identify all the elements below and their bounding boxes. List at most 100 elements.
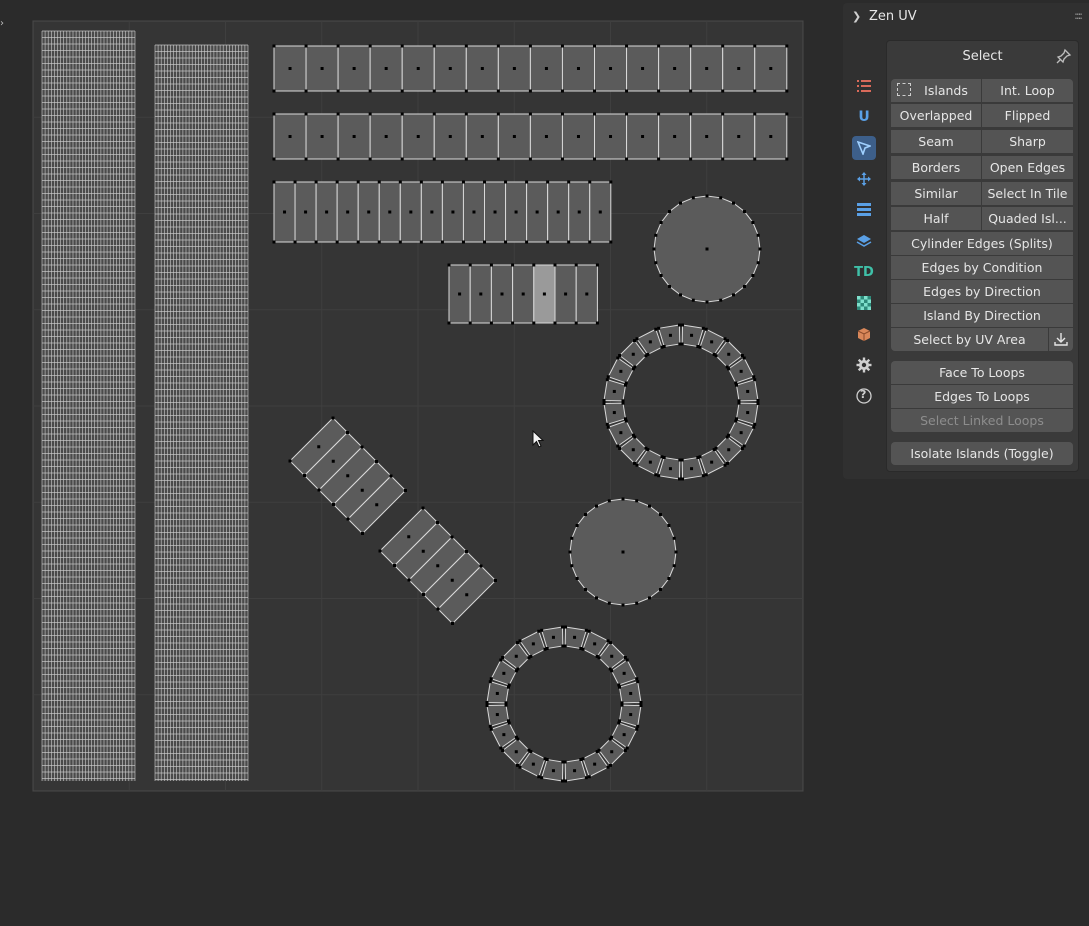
face-center bbox=[352, 67, 356, 70]
gear-icon[interactable] bbox=[852, 353, 876, 377]
uv-vertex bbox=[636, 680, 640, 684]
face-center bbox=[609, 135, 613, 138]
face-center bbox=[320, 67, 324, 70]
island-by-direction-button[interactable]: Island By Direction bbox=[891, 304, 1073, 327]
help-icon[interactable]: ? bbox=[852, 384, 876, 408]
uv-vertex bbox=[567, 180, 571, 184]
seam-button[interactable]: Seam bbox=[891, 130, 981, 153]
face-center bbox=[535, 210, 539, 214]
face-center bbox=[448, 135, 452, 138]
uv-vertex bbox=[336, 44, 340, 48]
u-icon[interactable]: U bbox=[852, 105, 876, 129]
panel-header[interactable]: ❯ Zen UV :::: bbox=[843, 3, 1089, 31]
sharp-button[interactable]: Sharp bbox=[982, 130, 1073, 153]
uv-vertex bbox=[756, 261, 760, 265]
uv-vertex bbox=[680, 342, 684, 346]
face-center bbox=[502, 671, 506, 675]
islands-button[interactable]: Islands bbox=[891, 79, 981, 102]
download-icon[interactable] bbox=[1049, 328, 1073, 351]
edges-by-condition-button[interactable]: Edges by Condition bbox=[891, 256, 1073, 279]
stack-icon[interactable] bbox=[852, 198, 876, 222]
uv-vertex bbox=[654, 233, 658, 237]
cursor-arrow-icon[interactable] bbox=[852, 136, 876, 160]
chevron-down-icon[interactable]: ❯ bbox=[852, 10, 861, 23]
expand-arrow-icon[interactable]: › bbox=[0, 18, 4, 29]
uv-vertex bbox=[723, 463, 727, 467]
uv-vertex bbox=[652, 247, 656, 251]
face-center bbox=[648, 460, 652, 464]
face-center bbox=[514, 750, 518, 754]
uv-vertex bbox=[377, 180, 381, 184]
uv-vertex bbox=[574, 263, 578, 267]
uv-vertex bbox=[672, 536, 676, 540]
isolate-islands-button[interactable]: Isolate Islands (Toggle) bbox=[891, 442, 1073, 465]
checker-icon[interactable] bbox=[852, 291, 876, 315]
uv-vertex bbox=[635, 677, 639, 681]
uv-vertex bbox=[527, 748, 531, 752]
edges-to-loops-button[interactable]: Edges To Loops bbox=[891, 385, 1073, 408]
uv-vertex bbox=[419, 180, 423, 184]
uv-editor-canvas[interactable] bbox=[0, 0, 840, 926]
face-center bbox=[551, 769, 555, 773]
edges-by-direction-button[interactable]: Edges by Direction bbox=[891, 280, 1073, 303]
face-center bbox=[407, 535, 411, 539]
uv-vertex bbox=[404, 489, 407, 492]
box-icon[interactable] bbox=[852, 322, 876, 346]
uv-vertex bbox=[314, 240, 318, 244]
uv-vertex bbox=[625, 89, 629, 93]
list-icon[interactable] bbox=[852, 74, 876, 98]
uv-vertex bbox=[272, 157, 276, 161]
open-edges-button[interactable]: Open Edges bbox=[982, 156, 1073, 179]
int-loop-button[interactable]: Int. Loop bbox=[982, 79, 1073, 102]
uv-vertex bbox=[331, 416, 335, 420]
face-center bbox=[739, 431, 743, 435]
uv-vertex bbox=[667, 524, 671, 527]
face-center bbox=[352, 135, 356, 138]
uv-vertex bbox=[602, 398, 606, 402]
quaded-islands-button[interactable]: Quaded Isl... bbox=[982, 207, 1073, 230]
drag-grip-icon[interactable]: :::: bbox=[1074, 9, 1083, 22]
uv-vertex bbox=[537, 775, 541, 779]
uv-vertex bbox=[587, 629, 591, 633]
uv-vertex bbox=[436, 607, 440, 611]
uv-vertex bbox=[593, 112, 596, 116]
uv-vertex bbox=[631, 433, 635, 437]
uv-vertex bbox=[346, 517, 350, 521]
uv-vertex bbox=[304, 89, 308, 93]
face-center bbox=[631, 448, 635, 452]
uv-vertex bbox=[635, 499, 639, 503]
face-center bbox=[673, 135, 677, 138]
layers-icon[interactable] bbox=[852, 229, 876, 253]
flipped-button[interactable]: Flipped bbox=[982, 104, 1073, 127]
face-center bbox=[384, 135, 388, 138]
face-to-loops-button[interactable]: Face To Loops bbox=[891, 361, 1073, 384]
uv-vertex bbox=[546, 180, 550, 184]
uv-vertex bbox=[368, 89, 372, 93]
face-center bbox=[576, 135, 580, 138]
pin-icon[interactable] bbox=[1056, 48, 1072, 68]
select-by-uv-area-button[interactable]: Select by UV Area bbox=[891, 328, 1048, 351]
face-center bbox=[648, 340, 652, 344]
uv-vertex bbox=[494, 579, 497, 582]
borders-button[interactable]: Borders bbox=[891, 156, 981, 179]
face-center bbox=[629, 713, 633, 717]
uv-vertex bbox=[432, 157, 436, 161]
uv-vertex bbox=[593, 44, 596, 48]
face-center bbox=[531, 762, 535, 766]
overlapped-button[interactable]: Overlapped bbox=[891, 104, 981, 127]
uv-vertex bbox=[677, 477, 681, 481]
select-linked-loops-button[interactable]: Select Linked Loops bbox=[891, 409, 1073, 432]
select-in-tile-button[interactable]: Select In Tile bbox=[982, 182, 1073, 205]
uv-vertex bbox=[356, 240, 360, 244]
face-center bbox=[514, 654, 518, 658]
similar-button[interactable]: Similar bbox=[891, 182, 981, 205]
uv-vertex bbox=[567, 240, 571, 244]
half-button[interactable]: Half bbox=[891, 207, 981, 230]
td-icon[interactable]: TD bbox=[852, 260, 876, 284]
move-arrows-icon[interactable] bbox=[852, 167, 876, 191]
uv-vertex bbox=[785, 44, 789, 48]
cylinder-edges-button[interactable]: Cylinder Edges (Splits) bbox=[891, 232, 1073, 255]
face-center bbox=[739, 369, 743, 373]
uv-vertex bbox=[537, 629, 541, 633]
uv-vertex bbox=[608, 641, 612, 645]
